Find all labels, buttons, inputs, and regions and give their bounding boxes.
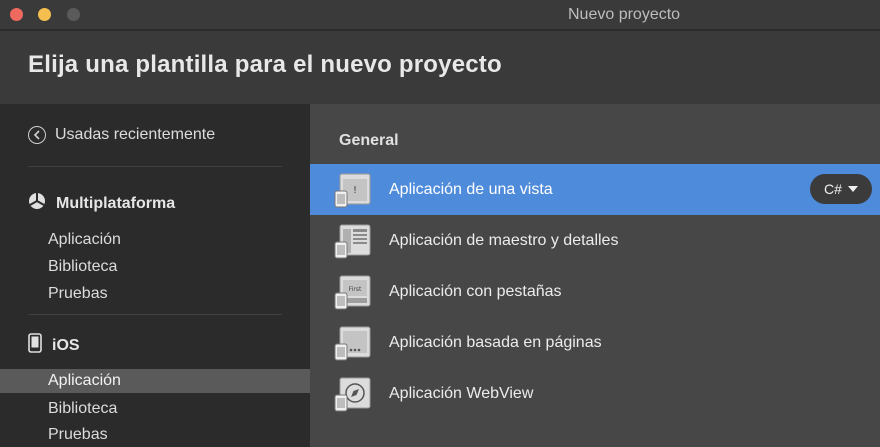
webview-icon [334,373,374,413]
minimize-window-button[interactable] [38,8,51,21]
template-panel: General ! Aplicación de una vista C# Apl… [310,104,880,447]
sidebar-item-multiplatform-tests[interactable]: Pruebas [48,285,108,303]
language-select[interactable]: C# [810,174,872,204]
divider [28,314,282,315]
template-row-single-view[interactable]: ! Aplicación de una vista C# [310,164,880,215]
page-based-icon [334,322,374,362]
category-label: Multiplataforma [56,194,176,212]
template-label: Aplicación WebView [389,384,534,402]
category-multiplatform[interactable]: Multiplataforma [28,192,175,215]
sidebar-item-ios-app[interactable]: Aplicación [0,369,310,393]
title-bar: Nuevo proyecto [0,0,880,30]
close-window-button[interactable] [10,8,23,21]
tab-icon-text: First [349,286,362,293]
divider [28,166,282,167]
window-title: Nuevo proyecto [568,6,681,23]
svg-text:!: ! [353,185,357,196]
template-label: Aplicación basada en páginas [389,333,602,351]
sidebar-item-multiplatform-library[interactable]: Biblioteca [48,258,117,276]
tabbed-icon: First [334,271,374,311]
template-row-tabbed[interactable]: First Aplicación con pestañas [310,266,880,317]
phone-icon [28,333,42,358]
multiplatform-icon [28,192,46,215]
template-row-webview[interactable]: Aplicación WebView [310,368,880,419]
single-view-icon: ! [334,169,374,209]
section-heading: General [339,132,399,149]
back-chevron-icon [28,126,46,144]
template-row-master-detail[interactable]: Aplicación de maestro y detalles [310,215,880,266]
template-label: Aplicación con pestañas [389,282,562,300]
template-label: Aplicación de maestro y detalles [389,231,619,249]
recent-templates-label: Usadas recientemente [55,126,216,143]
sidebar-item-ios-tests[interactable]: Pruebas [48,426,108,444]
template-label: Aplicación de una vista [389,180,553,198]
dialog-header: Elija una plantilla para el nuevo proyec… [0,31,880,104]
sidebar-item-ios-library[interactable]: Biblioteca [48,400,117,418]
zoom-window-button[interactable] [67,8,80,21]
language-value: C# [824,181,842,197]
page-title: Elija una plantilla para el nuevo proyec… [28,51,502,78]
template-row-page-based[interactable]: Aplicación basada en páginas [310,317,880,368]
master-detail-icon [334,220,374,260]
chevron-down-icon [847,186,858,192]
sidebar-item-multiplatform-app[interactable]: Aplicación [48,231,121,249]
category-ios[interactable]: iOS [28,333,80,358]
category-label: iOS [52,336,80,354]
sidebar: Usadas recientemente Multiplataforma Apl… [0,104,310,447]
recent-templates-button[interactable]: Usadas recientemente [28,126,215,144]
